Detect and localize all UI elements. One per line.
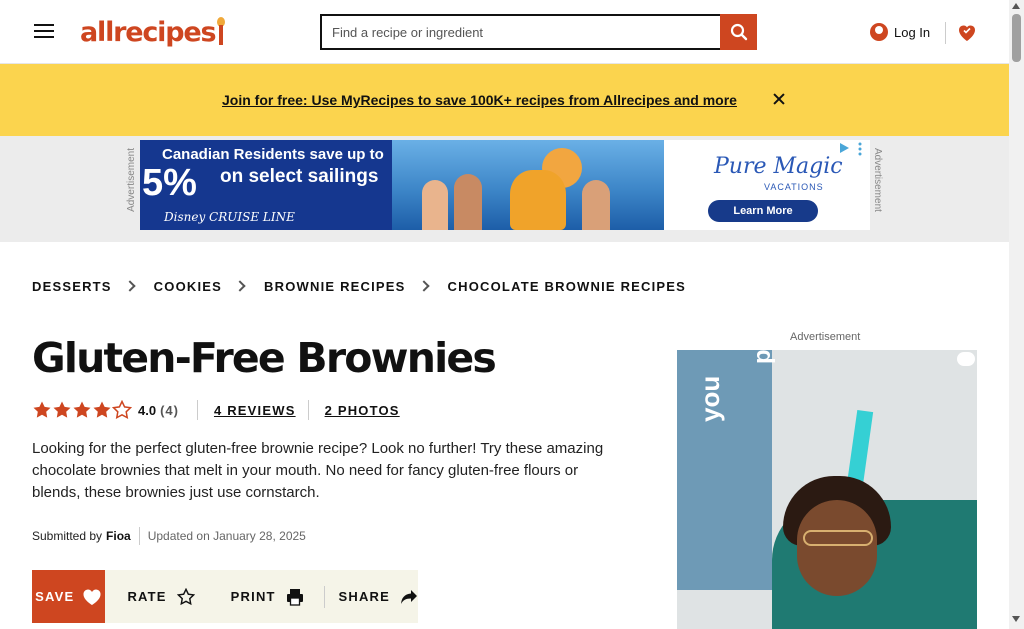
- allrecipes-logo[interactable]: allrecipes: [80, 14, 226, 50]
- rate-label: RATE: [127, 589, 167, 604]
- chevron-right-icon: [124, 280, 136, 292]
- reviews-link[interactable]: 4 REVIEWS: [214, 403, 296, 418]
- save-button[interactable]: SAVE: [32, 570, 106, 623]
- submitted-by-label: Submitted by: [32, 529, 103, 543]
- page: allrecipes Log In Join for free:: [0, 0, 1024, 629]
- chevron-right-icon: [417, 280, 430, 292]
- ratings-row: 4.0 (4) 4 REVIEWS 2 PHOTOS: [32, 398, 400, 422]
- star-4-icon[interactable]: [92, 400, 112, 420]
- ad-art-person: [582, 180, 610, 230]
- star-outline-icon: [176, 587, 195, 605]
- share-button[interactable]: SHARE: [338, 589, 418, 605]
- star-3-icon[interactable]: [72, 400, 92, 420]
- ad-offer: on select sailings: [220, 166, 379, 187]
- side-ad-label: Advertisement: [790, 331, 861, 343]
- print-label: PRINT: [230, 589, 276, 604]
- breadcrumb: DESSERTS COOKIES BROWNIE RECIPES CHOCOLA…: [32, 276, 686, 296]
- scroll-thumb[interactable]: [1012, 14, 1021, 62]
- breadcrumb-desserts[interactable]: DESSERTS: [32, 279, 112, 294]
- ad-right-brand: Pure Magic: [714, 154, 843, 179]
- login-label: Log In: [894, 24, 931, 40]
- share-arrow-icon: [401, 589, 417, 604]
- recipe-description: Looking for the perfect gluten-free brow…: [32, 440, 604, 501]
- breadcrumb-chocolate-brownie-recipes[interactable]: CHOCOLATE BROWNIE RECIPES: [448, 279, 687, 294]
- rating-count: (4): [160, 402, 179, 418]
- search-bar: [320, 14, 757, 50]
- top-ad-banner[interactable]: Canadian Residents save up to 5% on sele…: [140, 140, 870, 230]
- share-label: SHARE: [338, 589, 390, 604]
- ad-brand: Disney CRUISE LINE: [164, 210, 295, 224]
- promo-join-link[interactable]: Join for free: Use MyRecipes to save 100…: [222, 92, 737, 108]
- byline-divider: [138, 527, 140, 545]
- adchoices-icon[interactable]: [838, 142, 850, 154]
- side-ad-word: you: [695, 375, 725, 422]
- printer-icon: [286, 588, 303, 606]
- recipe-actions: SAVE RATE PRINT SHARE: [32, 570, 418, 623]
- ad-big-text: 5%: [142, 162, 197, 204]
- ad-learn-more-button[interactable]: Learn More: [708, 200, 818, 222]
- ad-left-panel: Canadian Residents save up to 5% on sele…: [140, 140, 392, 230]
- ad-art-person: [454, 174, 482, 230]
- star-2-icon[interactable]: [52, 400, 72, 420]
- ad-image: [392, 140, 664, 230]
- login-button[interactable]: Log In: [870, 20, 930, 44]
- search-button[interactable]: [720, 14, 757, 50]
- site-header: allrecipes Log In: [0, 0, 1009, 64]
- ad-art-person: [422, 180, 448, 230]
- logo-mark-icon: [217, 17, 226, 47]
- search-input[interactable]: [320, 14, 720, 50]
- ad-right-sub: VACATIONS: [764, 182, 824, 192]
- ad-side-label-right: Advertisement: [872, 148, 883, 212]
- photos-link[interactable]: 2 PHOTOS: [325, 403, 400, 418]
- chevron-right-icon: [234, 280, 246, 292]
- byline: Submitted by Fioa Updated on January 28,…: [32, 526, 306, 546]
- user-icon: [870, 23, 888, 41]
- more-options-icon[interactable]: [858, 142, 862, 156]
- ratings-divider: [307, 400, 309, 420]
- breadcrumb-brownie-recipes[interactable]: BROWNIE RECIPES: [264, 279, 406, 294]
- logo-text: allrecipes: [80, 16, 217, 48]
- heart-icon: [83, 589, 101, 605]
- updated-date: Updated on January 28, 2025: [147, 529, 306, 543]
- ratings-divider: [196, 400, 198, 420]
- star-5-icon[interactable]: [112, 400, 132, 420]
- page-scrollbar[interactable]: [1009, 0, 1024, 629]
- side-ad-art-face: [797, 500, 877, 596]
- promo-close-button[interactable]: [771, 88, 787, 110]
- menu-icon[interactable]: [32, 20, 56, 42]
- author-link[interactable]: Fioa: [106, 529, 131, 543]
- breadcrumb-cookies[interactable]: COOKIES: [154, 279, 222, 294]
- rating-value[interactable]: 4.0: [138, 403, 156, 418]
- recipe-title: Gluten-Free Brownies: [32, 334, 497, 382]
- search-icon: [730, 23, 747, 41]
- save-label: SAVE: [35, 589, 75, 604]
- star-1-icon[interactable]: [32, 400, 52, 420]
- side-ad-art-glasses: [803, 530, 873, 546]
- adchoices-icon[interactable]: [957, 352, 975, 366]
- side-ad-word: p: [749, 350, 776, 364]
- close-icon: [773, 93, 785, 105]
- ad-art-character: [510, 170, 566, 230]
- promo-banner: Join for free: Use MyRecipes to save 100…: [0, 64, 1009, 136]
- print-button[interactable]: PRINT: [231, 588, 304, 606]
- heart-icon: [959, 25, 975, 41]
- scroll-up-arrow-icon[interactable]: [1012, 3, 1020, 9]
- rate-button[interactable]: RATE: [127, 587, 195, 606]
- side-ad[interactable]: you p: [677, 350, 977, 629]
- ad-side-label-left: Advertisement: [126, 148, 137, 212]
- scroll-down-arrow-icon[interactable]: [1012, 616, 1020, 622]
- header-divider: [945, 22, 946, 44]
- actions-divider: [323, 585, 325, 608]
- saved-recipes-button[interactable]: [955, 20, 979, 44]
